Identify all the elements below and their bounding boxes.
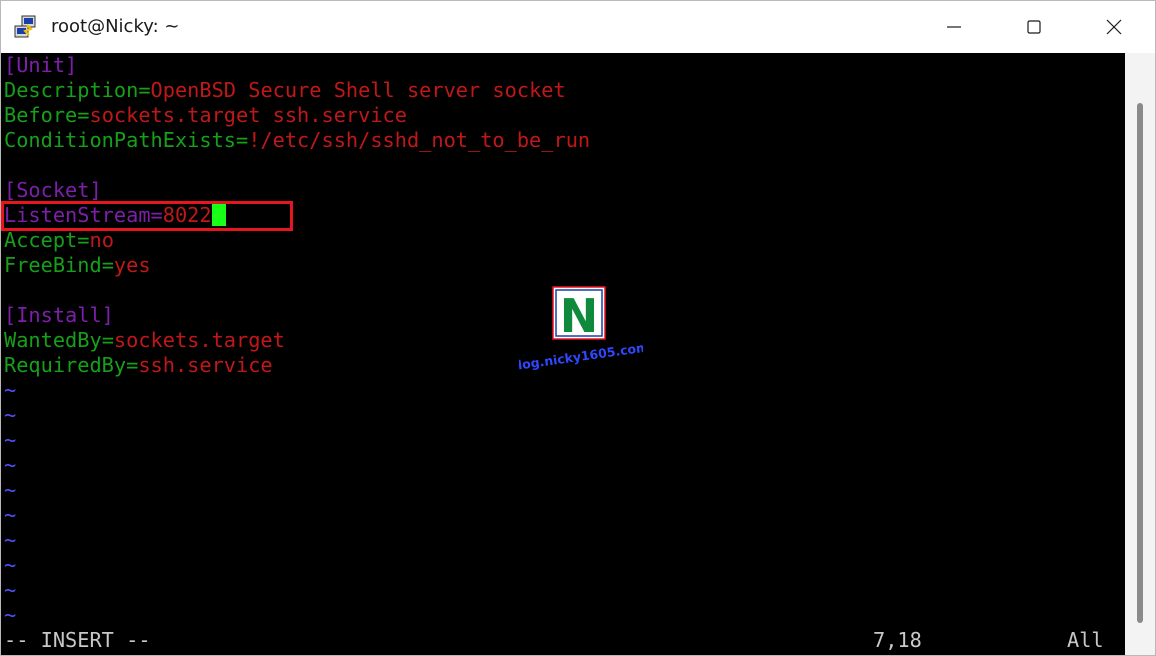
cursor-position: 7,18 [873,628,922,652]
empty-line-tilde: ~ [4,403,17,427]
editor-line: RequiredBy=ssh.service [4,353,273,378]
equals-sign: = [101,253,114,277]
close-icon [1106,19,1122,35]
equals-sign: = [138,78,151,102]
vertical-scrollbar[interactable] [1125,53,1155,655]
empty-line-tilde: ~ [4,428,17,452]
editor-line: Description=OpenBSD Secure Shell server … [4,78,566,103]
minimize-icon [947,26,961,28]
editor-line: [Socket] [4,178,102,203]
empty-line-tilde: ~ [4,528,17,552]
watermark-logo: N blog.nicky1605.com [519,286,643,374]
config-key: Accept [4,228,78,252]
editor-line: [Unit] [4,53,77,78]
editor-line: WantedBy=sockets.target [4,328,285,353]
empty-line-tilde: ~ [4,478,17,502]
config-value: !/etc/ssh/sshd_not_to_be_run [248,128,591,152]
config-key: Description [4,78,139,102]
editor-line: Accept=no [4,228,114,253]
putty-app-icon [14,15,36,38]
highlight-box [1,201,293,231]
logo-letter: N [560,289,599,343]
config-key: ConditionPathExists [4,128,236,152]
empty-line-tilde: ~ [4,453,17,477]
config-key: Before [4,103,78,127]
watermark-text: blog.nicky1605.com [519,339,643,373]
terminal-area[interactable]: [Unit] Description=OpenBSD Secure Shell … [1,53,1125,655]
minimize-button[interactable] [915,1,993,53]
section-header: [Unit] [4,53,78,77]
equals-sign: = [77,103,90,127]
scroll-indicator: All [1067,628,1104,652]
empty-line-tilde: ~ [4,553,17,577]
config-key: FreeBind [4,253,102,277]
section-header: [Socket] [4,178,102,202]
section-header: [Install] [4,303,114,327]
config-value: OpenBSD Secure Shell server socket [150,78,566,102]
maximize-icon [1027,20,1041,34]
editor-line: FreeBind=yes [4,253,151,278]
editor-line: [Install] [4,303,114,328]
equals-sign: = [236,128,249,152]
config-key: WantedBy [4,328,102,352]
empty-line-tilde: ~ [4,603,17,627]
scrollbar-thumb[interactable] [1137,103,1143,623]
editor-line: ConditionPathExists=!/etc/ssh/sshd_not_t… [4,128,590,153]
close-button[interactable] [1075,1,1153,53]
equals-sign: = [77,228,90,252]
empty-line-tilde: ~ [4,503,17,527]
config-value: ssh.service [138,353,273,377]
title-bar[interactable]: root@Nicky: ~ [1,1,1155,53]
config-value: sockets.target [113,328,285,352]
config-key: RequiredBy [4,353,127,377]
terminal-window: root@Nicky: ~ [Unit] Description=OpenBSD… [0,0,1156,656]
equals-sign: = [101,328,114,352]
equals-sign: = [126,353,139,377]
window-title: root@Nicky: ~ [51,16,180,37]
empty-line-tilde: ~ [4,578,17,602]
config-value: sockets.target ssh.service [89,103,407,127]
empty-line-tilde: ~ [4,378,17,402]
editor-line: Before=sockets.target ssh.service [4,103,407,128]
mode-indicator: -- INSERT -- [4,628,151,652]
config-value: no [89,228,114,252]
maximize-button[interactable] [995,1,1073,53]
config-value: yes [113,253,151,277]
